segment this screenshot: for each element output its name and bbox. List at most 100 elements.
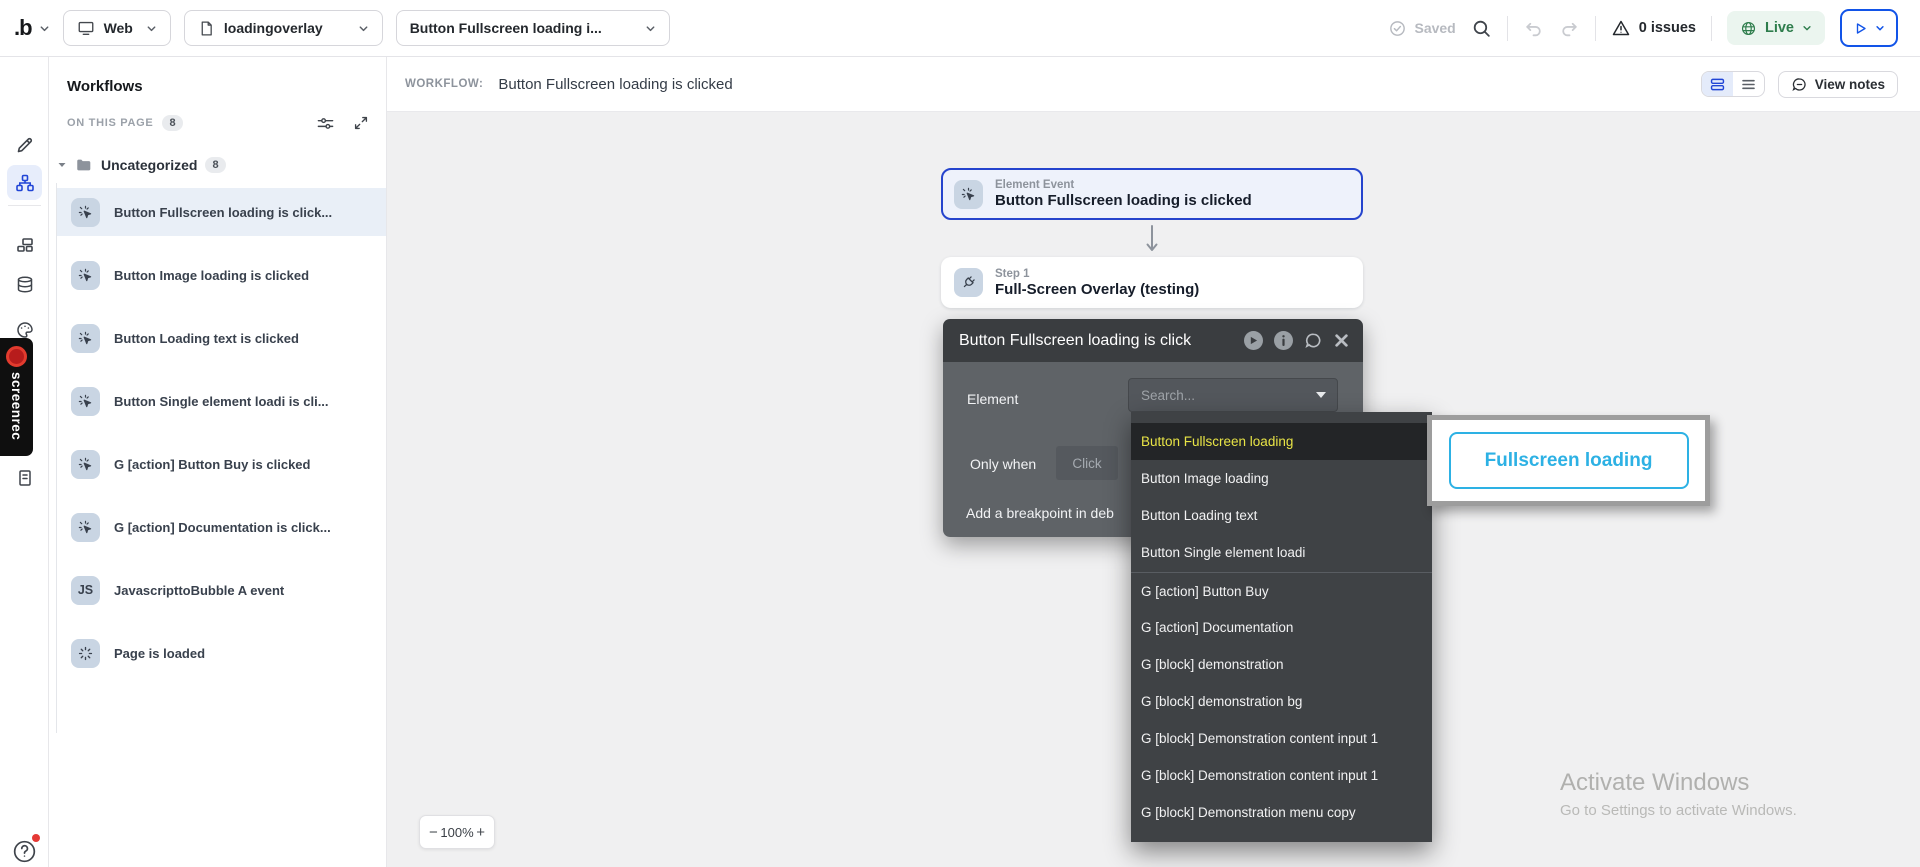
element-event-icon: [71, 261, 100, 290]
screenrec-overlay[interactable]: screenrec: [0, 338, 33, 456]
view-notes-label: View notes: [1815, 77, 1885, 92]
workflow-list-item[interactable]: Button Fullscreen loading is click...: [56, 188, 386, 236]
event-card[interactable]: Element Event Button Fullscreen loading …: [941, 168, 1363, 220]
divider: [1711, 16, 1712, 41]
preview-run-button[interactable]: [1840, 9, 1898, 47]
scope-label: ON THIS PAGE: [67, 117, 153, 129]
note-bubble-icon: [1791, 76, 1808, 93]
chevron-down-icon: [146, 23, 157, 34]
step-card-kind: Step 1: [995, 268, 1199, 280]
dropdown-option[interactable]: G [block] Demonstration content input 1: [1131, 720, 1432, 757]
database-icon[interactable]: [7, 267, 42, 302]
expand-panel-icon[interactable]: [352, 114, 370, 133]
chevron-down-icon: [1802, 23, 1812, 33]
chevron-down-icon: [645, 23, 656, 34]
element-search-placeholder: Search...: [1141, 388, 1316, 403]
environment-select[interactable]: Web: [63, 10, 171, 46]
workflow-list-item[interactable]: JS JavascripttoBubble A event: [56, 566, 386, 614]
comment-bubble-icon[interactable]: [1304, 331, 1323, 350]
view-toggle-group: [1701, 71, 1765, 97]
zoom-control: − 100% +: [419, 815, 495, 849]
tree-guide-line: [56, 183, 57, 733]
live-button[interactable]: Live: [1727, 11, 1825, 45]
workflow-canvas-header: WORKFLOW: Button Fullscreen loading is c…: [387, 57, 1920, 112]
fullscreen-loading-button-preview[interactable]: Fullscreen loading: [1449, 432, 1689, 489]
saved-label: Saved: [1414, 20, 1455, 36]
run-event-icon[interactable]: [1244, 331, 1263, 350]
popup-title-bar[interactable]: Button Fullscreen loading is click: [943, 319, 1363, 362]
plugin-action-icon: [954, 268, 983, 297]
zoom-in-button[interactable]: +: [476, 824, 485, 841]
list-view-icon[interactable]: [1733, 72, 1764, 96]
record-icon: [6, 346, 27, 367]
design-pencil-icon[interactable]: [7, 127, 42, 162]
search-icon[interactable]: [1471, 18, 1492, 39]
scope-actions: [316, 114, 370, 133]
caret-down-icon: [57, 160, 67, 170]
bubble-logo-menu[interactable]: .b: [14, 15, 50, 41]
dropdown-option[interactable]: G [block] Demonstration content input 1: [1131, 757, 1432, 794]
dropdown-option[interactable]: Button Fullscreen loading: [1131, 423, 1432, 460]
dropdown-option[interactable]: Button Image loading: [1131, 460, 1432, 497]
zoom-level: 100%: [440, 825, 473, 840]
issues-button[interactable]: 0 issues: [1611, 18, 1696, 38]
filter-sliders-icon[interactable]: [316, 114, 335, 133]
chevron-down-icon: [358, 23, 369, 34]
redo-icon[interactable]: [1559, 18, 1580, 39]
dropdown-option[interactable]: G [action] Button Buy: [1131, 572, 1432, 609]
event-card-text: Element Event Button Fullscreen loading …: [995, 179, 1252, 209]
chevron-down-icon: [39, 23, 50, 34]
element-event-icon: [954, 180, 983, 209]
saved-status: Saved: [1388, 19, 1455, 38]
selected-element-frame[interactable]: Fullscreen loading: [1427, 415, 1710, 506]
scope-row: ON THIS PAGE 8: [67, 110, 370, 136]
dropdown-option[interactable]: G [block] demonstration: [1131, 646, 1432, 683]
logs-icon[interactable]: [7, 460, 42, 495]
warning-triangle-icon: [1611, 18, 1631, 38]
sidebar-divider: [8, 205, 41, 206]
workflow-item-label: Button Loading text is clicked: [114, 331, 299, 346]
event-card-title: Button Fullscreen loading is clicked: [995, 192, 1252, 209]
workflow-list-item[interactable]: Button Loading text is clicked: [56, 314, 386, 362]
dropdown-option[interactable]: G [action] Documentation: [1131, 609, 1432, 646]
workflow-list-item[interactable]: Button Image loading is clicked: [56, 251, 386, 299]
undo-icon[interactable]: [1523, 18, 1544, 39]
dropdown-option[interactable]: G [block] Demonstration menu copy: [1131, 794, 1432, 831]
notification-dot: [32, 834, 40, 842]
workflow-list-item[interactable]: G [action] Button Buy is clicked: [56, 440, 386, 488]
page-load-spinner-icon: [71, 639, 100, 668]
step-card[interactable]: Step 1 Full-Screen Overlay (testing): [941, 257, 1363, 308]
workflow-tab-icon[interactable]: [7, 165, 42, 200]
workflow-quick-select[interactable]: Button Fullscreen loading i...: [396, 10, 670, 46]
workflow-list-item[interactable]: G [action] Documentation is click...: [56, 503, 386, 551]
step-card-title: Full-Screen Overlay (testing): [995, 281, 1199, 298]
page-select[interactable]: loadingoverlay: [184, 10, 383, 46]
zoom-out-button[interactable]: −: [429, 824, 438, 841]
card-view-icon[interactable]: [1702, 72, 1733, 96]
workflow-list-item[interactable]: Page is loaded: [56, 629, 386, 677]
folder-count-badge: 8: [205, 157, 225, 173]
chevron-down-icon: [1875, 23, 1885, 33]
event-card-kind: Element Event: [995, 179, 1252, 191]
popup-title: Button Fullscreen loading is click: [959, 332, 1244, 350]
dropdown-option[interactable]: G [block] demonstration bg: [1131, 683, 1432, 720]
close-icon[interactable]: [1334, 333, 1349, 348]
element-search-select[interactable]: Search...: [1128, 378, 1338, 412]
view-notes-button[interactable]: View notes: [1778, 71, 1898, 98]
components-icon[interactable]: [7, 227, 42, 262]
workflow-list-item[interactable]: Button Single element loadi is cli...: [56, 377, 386, 425]
only-when-label: Only when: [970, 456, 1036, 472]
info-icon[interactable]: [1274, 331, 1293, 350]
help-button[interactable]: [8, 835, 42, 867]
only-when-value-box[interactable]: Click: [1056, 446, 1118, 480]
workflow-item-label: Button Single element loadi is cli...: [114, 394, 329, 409]
folder-uncategorized[interactable]: Uncategorized 8: [57, 152, 226, 178]
flow-arrow-icon: [1146, 224, 1158, 256]
folder-name: Uncategorized: [101, 157, 197, 173]
panel-title: Workflows: [67, 78, 143, 95]
dropdown-option[interactable]: Button Single element loadi: [1131, 534, 1432, 571]
element-event-icon: [71, 513, 100, 542]
dropdown-option[interactable]: Button Loading text: [1131, 497, 1432, 534]
screenrec-label: screenrec: [9, 372, 24, 440]
workflow-item-label: JavascripttoBubble A event: [114, 583, 284, 598]
